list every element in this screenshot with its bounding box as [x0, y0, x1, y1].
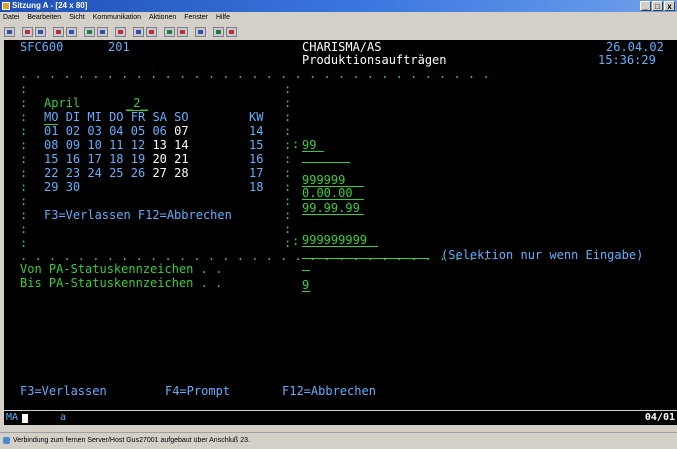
calendar-kw: 16 — [249, 152, 264, 166]
window-controls: _ □ x — [640, 1, 675, 11]
calendar-day-value: 2 — [133, 96, 141, 110]
print-screen-icon[interactable] — [4, 27, 15, 37]
display-icon[interactable] — [84, 27, 95, 37]
calendar-week-row[interactable]: 15 16 17 18 19 20 21 — [44, 152, 189, 166]
toolbar — [0, 25, 677, 39]
calendar-month: April — [44, 96, 81, 110]
close-button[interactable]: x — [664, 1, 675, 11]
calendar-kw: 17 — [249, 166, 264, 180]
stop-macro-icon[interactable] — [177, 27, 188, 37]
screen-subtitle: Produktionsaufträgen — [302, 53, 447, 67]
minimize-button[interactable]: _ — [640, 1, 651, 11]
calendar-function-keys[interactable]: F3=Verlassen F12=Abbrechen — [44, 208, 232, 222]
menu-aktionen[interactable]: Aktionen — [149, 12, 176, 24]
cursor-position: 04/01 — [644, 412, 675, 423]
menu-bar: Datei Bearbeiten Sicht Kommunikation Akt… — [0, 12, 677, 24]
window-titlebar[interactable]: Sitzung A - [24 x 80] _ □ x — [0, 0, 677, 12]
send-icon[interactable] — [53, 27, 64, 37]
terminal-screen[interactable]: SFC600 201 CHARISMA/AS 26.04.02 Produkti… — [4, 40, 677, 410]
record-macro-icon[interactable] — [146, 27, 157, 37]
calendar-border-left: : : : : : : : : : : : : — [20, 82, 28, 250]
weekday-mo: MO — [44, 110, 59, 125]
connection-icon — [3, 437, 10, 444]
receive-icon[interactable] — [66, 27, 77, 37]
help-icon[interactable] — [195, 27, 206, 37]
edit-icon[interactable] — [226, 27, 237, 37]
weekday-fr: FR — [130, 110, 146, 124]
bis-status-input[interactable]: 9 — [302, 279, 310, 292]
connection-status-text: Verbindung zum fernen Server/Host Gus270… — [13, 437, 250, 444]
weekday-do: DO — [109, 110, 124, 124]
weekday-kw: KW — [249, 110, 264, 124]
bis-status-label: Bis PA-Statuskennzeichen . . — [20, 276, 223, 290]
calendar-week-row[interactable]: 22 23 24 25 26 27 28 — [44, 166, 189, 180]
paste-icon[interactable] — [35, 27, 46, 37]
window-title: Sitzung A - [24 x 80] — [12, 1, 88, 10]
color-icon[interactable] — [97, 27, 108, 37]
calendar-kw: 18 — [249, 180, 264, 194]
calendar-border-right: : : : : : : : : : : : : — [284, 82, 292, 250]
terminal-status-line: MA a 04/01 — [4, 411, 677, 425]
play-macro-icon[interactable] — [164, 27, 175, 37]
run-icon[interactable] — [213, 27, 224, 37]
map-icon[interactable] — [115, 27, 126, 37]
weekday-mi: MI — [87, 110, 102, 124]
input-field-4[interactable]: 99.99.99 — [302, 202, 364, 215]
current-time: 15:36:29 — [598, 53, 656, 67]
calendar-week-row[interactable]: 29 30 — [44, 180, 80, 194]
calendar-border-top: . . . . . . . . . . . . . . . . . . . . … — [20, 67, 490, 81]
f12-key[interactable]: F12=Abbrechen — [282, 385, 376, 398]
status-mode: MA — [6, 412, 19, 423]
field-colon: : — [292, 137, 300, 151]
program-id: SFC600 — [20, 40, 64, 54]
input-field-5[interactable]: 999999999 — [302, 234, 378, 247]
menu-bearbeiten[interactable]: Bearbeiten — [27, 12, 61, 24]
f3-key[interactable]: F3=Verlassen — [20, 385, 107, 398]
menu-fenster[interactable]: Fenster — [184, 12, 208, 24]
calendar-week-row[interactable]: 01 02 03 04 05 06 07 — [44, 124, 189, 138]
weekday-so: SO — [174, 110, 189, 124]
input-field-3[interactable]: 0.00.00 — [302, 187, 364, 200]
selection-hint: (Selektion nur wenn Eingabe) — [441, 248, 644, 262]
input-field-1[interactable]: 99 — [302, 139, 324, 152]
menu-kommunikation[interactable]: Kommunikation — [93, 12, 141, 24]
menu-sicht[interactable]: Sicht — [69, 12, 85, 24]
session-icon — [2, 2, 10, 10]
field-colon: : — [292, 234, 300, 248]
von-status-input[interactable] — [302, 270, 310, 271]
calendar-header: MO DI MI DO FR SA SO — [44, 110, 189, 125]
program-number: 201 — [108, 40, 130, 54]
cursor-block — [22, 414, 28, 423]
menu-datei[interactable]: Datei — [3, 12, 19, 24]
weekday-di: DI — [65, 110, 81, 124]
calendar-day-field[interactable]: _2_ — [126, 96, 148, 111]
input-field-blank[interactable] — [302, 258, 428, 259]
maximize-button[interactable]: □ — [652, 1, 663, 11]
calendar-kw: 15 — [249, 138, 264, 152]
calendar-kw: 14 — [249, 124, 264, 138]
f4-key[interactable]: F4=Prompt — [165, 385, 230, 398]
connection-statusbar: Verbindung zum fernen Server/Host Gus270… — [0, 432, 677, 448]
input-field-blank[interactable] — [302, 162, 350, 163]
menu-hilfe[interactable]: Hilfe — [216, 12, 230, 24]
weekday-sa: SA — [152, 110, 167, 124]
calendar-week-row[interactable]: 08 09 10 11 12 13 14 — [44, 138, 189, 152]
keypad-icon[interactable] — [133, 27, 144, 37]
copy-icon[interactable] — [22, 27, 33, 37]
status-indicator: a — [60, 412, 67, 423]
von-status-label: Von PA-Statuskennzeichen . . — [20, 262, 223, 276]
